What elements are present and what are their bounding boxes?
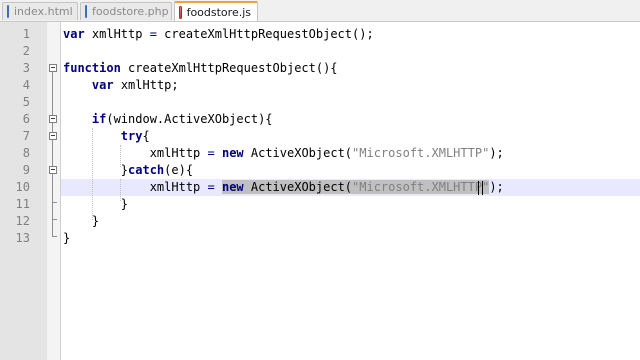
fold-toggle-icon[interactable] xyxy=(49,64,57,72)
fold-end xyxy=(52,219,57,220)
line-number: 7 xyxy=(22,129,30,143)
line-number: 3 xyxy=(22,61,30,75)
fold-line xyxy=(52,72,53,236)
code-token: new xyxy=(221,146,244,160)
document-icon xyxy=(7,5,9,18)
code-line[interactable]: 3 function createXmlHttpRequestObject(){ xyxy=(0,60,640,77)
code-line[interactable]: 2 xyxy=(0,43,640,60)
code-token: xmlHttp; xyxy=(113,78,179,92)
code-token: = xyxy=(207,180,215,194)
code-token: ActiveXObject( xyxy=(243,146,353,160)
fold-toggle-icon[interactable] xyxy=(49,132,57,140)
code-line[interactable]: 11 } xyxy=(0,196,640,213)
code-text[interactable]: try{ xyxy=(63,128,150,145)
code-token: createXmlHttpRequestObject(){ xyxy=(120,61,338,75)
code-token: } xyxy=(63,163,129,177)
tab-label: index.html xyxy=(14,5,73,18)
code-line[interactable]: 5 xyxy=(0,94,640,111)
fold-toggle-icon[interactable] xyxy=(49,115,57,123)
code-line[interactable]: 7 try{ xyxy=(0,128,640,145)
code-editor[interactable]: index.html foodstore.php foodstore.js 1 v… xyxy=(0,0,640,360)
line-number: 11 xyxy=(15,197,30,211)
fold-end xyxy=(52,236,57,237)
code-line[interactable]: 1 var xmlHttp = createXmlHttpRequestObjec… xyxy=(0,26,640,43)
code-line[interactable]: 12 } xyxy=(0,213,640,230)
line-number: 9 xyxy=(22,163,30,177)
code-token: = xyxy=(149,27,157,41)
code-token: "Microsoft.XMLHTTP" xyxy=(352,180,490,194)
tab-foodstore-php[interactable]: foodstore.php xyxy=(80,2,172,20)
code-line[interactable]: 8 xmlHttp = new ActiveXObject("Microsoft… xyxy=(0,145,640,162)
code-token: new xyxy=(221,180,244,194)
code-token: var xyxy=(63,27,92,41)
tab-bar: index.html foodstore.php foodstore.js xyxy=(0,0,640,22)
code-text[interactable]: xmlHttp = new ActiveXObject("Microsoft.X… xyxy=(63,145,504,162)
code-token: ActiveXObject( xyxy=(243,180,353,194)
code-token: var xyxy=(91,78,114,92)
fold-toggle-icon[interactable] xyxy=(49,166,57,174)
fold-end xyxy=(52,202,57,203)
code-text[interactable]: } xyxy=(63,196,128,213)
code-token: xmlHttp xyxy=(63,146,208,160)
indent-guide xyxy=(120,145,121,167)
line-number: 6 xyxy=(22,112,30,126)
line-number: 5 xyxy=(22,95,30,109)
code-token: { xyxy=(142,129,150,143)
code-line[interactable]: 9 }catch(e){ xyxy=(0,162,640,179)
document-icon xyxy=(179,5,182,19)
code-text[interactable]: var xmlHttp; xyxy=(63,77,179,94)
line-number: 12 xyxy=(15,214,30,228)
code-line[interactable]: 6 if(window.ActiveXObject){ xyxy=(0,111,640,128)
code-text[interactable]: function createXmlHttpRequestObject(){ xyxy=(63,60,338,77)
document-icon xyxy=(85,5,87,18)
code-text[interactable]: if(window.ActiveXObject){ xyxy=(63,111,273,128)
code-token: if xyxy=(91,112,107,126)
tab-label: foodstore.php xyxy=(92,5,169,18)
code-token: (window.ActiveXObject){ xyxy=(106,112,273,126)
line-number: 10 xyxy=(15,180,30,194)
code-token: ); xyxy=(489,146,504,160)
code-line[interactable]: 10 xmlHttp = new ActiveXObject("Microsof… xyxy=(0,179,640,196)
code-text[interactable]: } xyxy=(63,230,70,247)
code-token: catch xyxy=(128,163,165,177)
tab-index-html[interactable]: index.html xyxy=(2,2,78,20)
tab-foodstore-js[interactable]: foodstore.js xyxy=(174,1,258,21)
line-number: 13 xyxy=(15,231,30,245)
line-number: 8 xyxy=(22,146,30,160)
mouse-cursor-icon xyxy=(478,181,483,195)
code-text[interactable]: var xmlHttp = createXmlHttpRequestObject… xyxy=(63,26,374,43)
code-token: xmlHttp xyxy=(63,180,208,194)
code-text[interactable]: } xyxy=(63,213,99,230)
code-token: } xyxy=(63,214,100,228)
code-token: function xyxy=(63,61,121,75)
code-text[interactable]: }catch(e){ xyxy=(63,162,193,179)
code-line[interactable]: 13} xyxy=(0,230,640,247)
code-token: "Microsoft.XMLHTTP" xyxy=(352,146,490,160)
line-number: 2 xyxy=(22,44,30,58)
tab-label: foodstore.js xyxy=(186,5,251,19)
indent-guide xyxy=(120,179,121,201)
code-token: (e){ xyxy=(164,163,194,177)
code-text[interactable]: xmlHttp = new ActiveXObject("Microsoft.X… xyxy=(63,179,504,196)
code-line[interactable]: 4 var xmlHttp; xyxy=(0,77,640,94)
code-token: createXmlHttpRequestObject(); xyxy=(156,27,374,41)
indent-guide xyxy=(92,128,93,220)
line-number: 4 xyxy=(22,78,30,92)
code-token: ); xyxy=(489,180,504,194)
code-token: } xyxy=(63,231,71,245)
code-token: xmlHttp xyxy=(91,27,150,41)
code-token: } xyxy=(63,197,129,211)
code-token: try xyxy=(120,129,143,143)
code-token: = xyxy=(207,146,215,160)
line-number: 1 xyxy=(22,27,30,41)
